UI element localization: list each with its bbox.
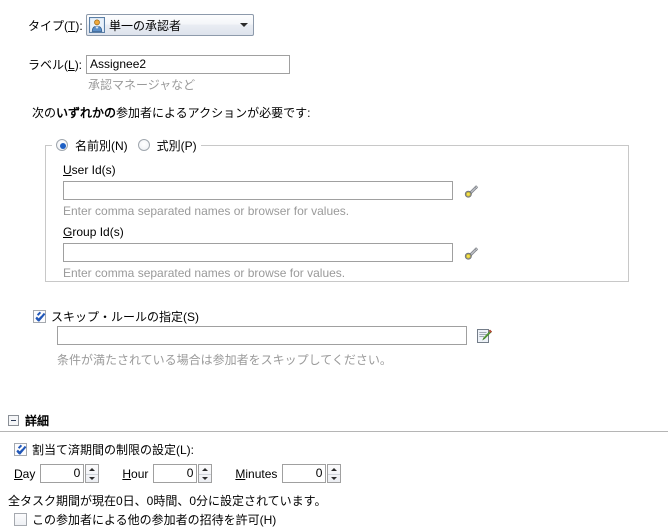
details-section-divider bbox=[0, 431, 668, 432]
hour-spinner-down[interactable] bbox=[199, 473, 212, 483]
label-hint: 承認マネージャなど bbox=[88, 78, 196, 92]
minutes-spinner-buttons[interactable] bbox=[327, 464, 342, 483]
duration-limit-label: 割当て済期間の制限の設定(L): bbox=[32, 443, 195, 457]
user-id-input[interactable] bbox=[63, 181, 453, 200]
label-row: ラベル(L): bbox=[28, 54, 290, 74]
hour-spinner-buttons[interactable] bbox=[198, 464, 213, 483]
single-approver-user-icon bbox=[89, 17, 105, 33]
edit-expression-icon[interactable] bbox=[476, 328, 493, 343]
skip-rule-hint: 条件が満たされている場合は参加者をスキップしてください。 bbox=[57, 353, 392, 367]
user-id-hint: Enter comma separated names or browser f… bbox=[63, 204, 350, 218]
instruction-text: 次のいずれかの参加者によるアクションが必要です: bbox=[32, 106, 311, 120]
flashlight-browse-icon-group[interactable] bbox=[464, 246, 479, 260]
skip-rule-input-row bbox=[57, 326, 493, 345]
duration-checkbox-row[interactable]: 割当て済期間の制限の設定(L): bbox=[14, 441, 194, 458]
minutes-label: Minutes bbox=[235, 466, 278, 481]
minutes-spinner[interactable]: 0 bbox=[282, 464, 342, 483]
invite-checkbox-row[interactable]: この参加者による他の参加者の招待を許可(H) bbox=[14, 511, 276, 528]
hour-spinner-value[interactable]: 0 bbox=[153, 464, 198, 483]
user-id-label: User Id(s) bbox=[63, 163, 116, 177]
allow-invite-label: この参加者による他の参加者の招待を許可(H) bbox=[32, 513, 277, 527]
minutes-spinner-up[interactable] bbox=[328, 465, 340, 474]
radio-by-expression-label: 式別(P) bbox=[156, 138, 197, 153]
group-id-field-block: Group Id(s) Enter comma separated names … bbox=[63, 225, 479, 280]
duration-spinners-row: Day 0 Hour 0 Minutes 0 bbox=[14, 464, 342, 483]
minutes-spinner-down[interactable] bbox=[328, 473, 341, 483]
participant-mode-radios: 名前別(N) 式別(P) bbox=[52, 137, 201, 153]
label-field-label: ラベル(L): bbox=[28, 57, 83, 72]
day-label: Day bbox=[14, 466, 36, 481]
radio-by-expression[interactable] bbox=[137, 139, 150, 151]
day-spinner-up[interactable] bbox=[86, 465, 98, 474]
flashlight-browse-icon-user[interactable] bbox=[464, 184, 479, 198]
user-id-field-block: User Id(s) Enter comma separated names o… bbox=[63, 163, 479, 218]
group-id-hint: Enter comma separated names or browse fo… bbox=[63, 266, 346, 280]
collapse-minus-icon[interactable] bbox=[8, 415, 19, 426]
type-combobox[interactable]: 単一の承認者 bbox=[86, 14, 254, 36]
group-id-input[interactable] bbox=[63, 243, 453, 262]
hour-spinner[interactable]: 0 bbox=[153, 464, 213, 483]
group-id-label: Group Id(s) bbox=[63, 225, 124, 239]
participant-groupbox: 名前別(N) 式別(P) User Id(s) Enter comma sepa… bbox=[45, 137, 629, 282]
details-section-header[interactable]: 詳細 bbox=[8, 412, 49, 429]
skip-rule-label: スキップ・ルールの指定(S) bbox=[51, 310, 199, 324]
type-label: タイプ(T): bbox=[28, 18, 83, 33]
chevron-down-icon[interactable] bbox=[235, 15, 252, 35]
hour-spinner-up[interactable] bbox=[199, 465, 211, 474]
type-row: タイプ(T): 単一の承認者 bbox=[28, 14, 254, 36]
allow-invite-checkbox[interactable] bbox=[14, 513, 27, 526]
day-spinner-buttons[interactable] bbox=[85, 464, 100, 483]
radio-by-name-label: 名前別(N) bbox=[75, 138, 128, 153]
label-input[interactable] bbox=[86, 54, 290, 74]
day-spinner-value[interactable]: 0 bbox=[40, 464, 85, 483]
day-spinner-down[interactable] bbox=[86, 473, 99, 483]
radio-by-name[interactable] bbox=[56, 139, 68, 151]
minutes-spinner-value[interactable]: 0 bbox=[282, 464, 327, 483]
details-section-title: 詳細 bbox=[25, 414, 50, 428]
day-spinner[interactable]: 0 bbox=[40, 464, 100, 483]
skip-rule-checkbox[interactable] bbox=[33, 310, 46, 323]
duration-limit-checkbox[interactable] bbox=[14, 443, 27, 456]
hour-label: Hour bbox=[122, 466, 149, 481]
duration-summary-text: 全タスク期間が現在0日、0時間、0分に設定されています。 bbox=[8, 494, 327, 508]
type-selected-value: 単一の承認者 bbox=[109, 18, 182, 33]
skip-rule-input[interactable] bbox=[57, 326, 467, 345]
skip-rule-checkbox-row[interactable]: スキップ・ルールの指定(S) bbox=[33, 308, 199, 325]
